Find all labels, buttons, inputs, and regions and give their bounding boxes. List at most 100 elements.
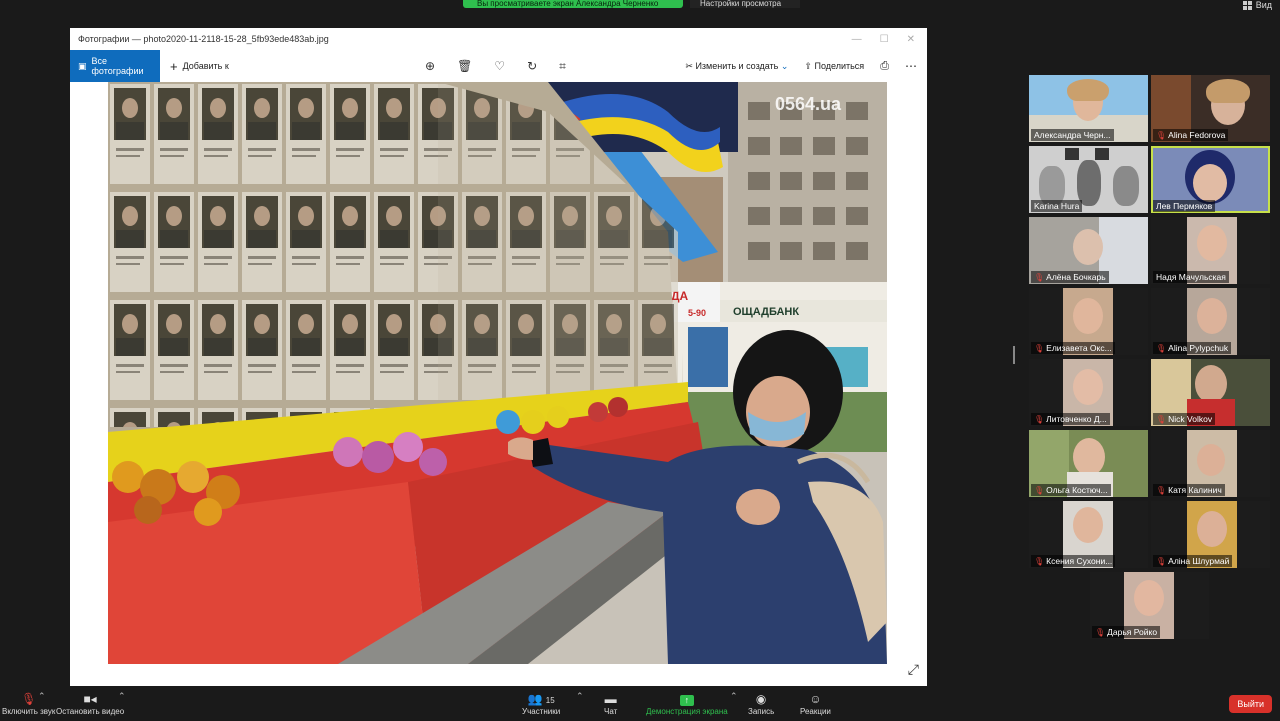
muted-mic-icon: 🎙: [1034, 414, 1045, 424]
participant-tile[interactable]: 🎙 Nick Volkov: [1151, 359, 1270, 426]
participant-tile[interactable]: 🎙 Ксения Сухони...: [1029, 501, 1148, 568]
reactions-label: Реакции: [800, 707, 831, 716]
participant-tile-active[interactable]: Лев Пермяков: [1151, 146, 1270, 213]
unmute-label: Включить звук: [2, 707, 56, 716]
participant-name: Ольга Костюч...: [1046, 485, 1108, 495]
reactions-button[interactable]: ☺ Реакции: [800, 691, 831, 716]
participant-tile[interactable]: 🎙 Алёна Бочкарь: [1029, 217, 1148, 284]
participant-name: Аліна Шлурмай: [1168, 556, 1230, 566]
more-icon[interactable]: ⋯: [905, 59, 917, 73]
memorial-photo: ОЩАДБАНК ДА 5-90: [108, 82, 887, 664]
close-icon[interactable]: ✕: [907, 34, 915, 45]
participant-tile[interactable]: Александра Черн...: [1029, 75, 1148, 142]
muted-mic-icon: 🎙: [1156, 414, 1167, 424]
chevron-up-icon[interactable]: ⌃: [730, 691, 738, 702]
heart-icon[interactable]: ♡: [494, 59, 505, 73]
participant-tile[interactable]: 🎙 Ольга Костюч...: [1029, 430, 1148, 497]
record-button[interactable]: ◉ Запись: [748, 691, 774, 716]
sign-partial2-text: 5-90: [688, 308, 706, 318]
crop-icon[interactable]: ⌗: [559, 59, 566, 74]
participant-tile[interactable]: 🎙 Аліна Шлурмай: [1151, 501, 1270, 568]
view-settings-button[interactable]: Настройки просмотра: [690, 0, 800, 8]
participant-tile[interactable]: Надя Мачульская: [1151, 217, 1270, 284]
share-button[interactable]: ⇪ Поделиться: [804, 61, 864, 72]
gallery-icon: ▣: [78, 60, 87, 71]
participant-tile[interactable]: 🎙 Катя Калинич: [1151, 430, 1270, 497]
leave-button[interactable]: Выйти: [1229, 695, 1272, 713]
muted-mic-icon: 🎙: [1034, 485, 1045, 495]
participant-tile[interactable]: 🎙 Литовченко Д...: [1029, 359, 1148, 426]
chevron-down-icon: ⌄: [780, 60, 789, 71]
minimize-icon[interactable]: —: [852, 34, 862, 45]
window-title: Фотографии — photo2020-11-2118-15-28_5fb…: [78, 34, 329, 44]
muted-mic-icon: 🎙: [1156, 556, 1167, 566]
delete-icon[interactable]: 🗑: [457, 59, 472, 73]
stop-video-label: Остановить видео: [56, 707, 125, 716]
photo-watermark: 0564.ua: [775, 94, 842, 114]
participant-tile[interactable]: 🎙 Елизавета Окс...: [1029, 288, 1148, 355]
expand-icon[interactable]: ⤢: [908, 661, 919, 678]
reactions-icon: ☺: [809, 692, 822, 706]
participant-name: Алёна Бочкарь: [1046, 272, 1106, 282]
participant-name: Литовченко Д...: [1046, 414, 1107, 424]
chat-icon: ▬: [604, 692, 617, 706]
participant-tile[interactable]: 🎙 Alina Pylypchuk: [1151, 288, 1270, 355]
unmute-button[interactable]: 🎙 Включить звук: [2, 691, 55, 716]
muted-mic-icon: 🎙: [1156, 130, 1167, 140]
participants-button[interactable]: 👥 15 Участники: [522, 691, 560, 716]
participant-name: Александра Черн...: [1034, 130, 1111, 140]
shop-sign-text: ОЩАДБАНК: [733, 306, 799, 318]
participant-name: Karina Hura: [1034, 201, 1080, 211]
view-button[interactable]: Вид: [1242, 0, 1272, 10]
maximize-icon[interactable]: ☐: [880, 34, 889, 45]
share-screen-button[interactable]: ↑ Демонстрация экрана: [646, 691, 728, 716]
participant-name: Nick Volkov: [1168, 414, 1213, 424]
muted-mic-icon: 🎙: [1034, 272, 1045, 282]
view-label: Вид: [1255, 0, 1272, 10]
participant-name: Alina Fedorova: [1168, 130, 1226, 140]
muted-mic-icon: 🎙: [1095, 627, 1106, 637]
muted-mic-icon: 🎙: [1156, 485, 1167, 495]
chat-label: Чат: [604, 707, 618, 716]
participant-tile[interactable]: 🎙 Alina Fedorova: [1151, 75, 1270, 142]
participants-icon: 👥 15: [527, 692, 555, 706]
chevron-up-icon[interactable]: ⌃: [576, 691, 584, 702]
stop-video-button[interactable]: ■◂ Остановить видео: [56, 691, 124, 716]
rotate-icon[interactable]: ↻: [527, 59, 537, 73]
muted-mic-icon: 🎙: [21, 692, 37, 706]
window-titlebar: Фотографии — photo2020-11-2118-15-28_5fb…: [70, 28, 927, 50]
all-photos-label: Все фотографии: [91, 56, 144, 76]
grid-view-icon: [1242, 0, 1252, 10]
record-label: Запись: [748, 707, 775, 716]
share-screen-icon: ↑: [679, 691, 694, 707]
participant-name: Ксения Сухони...: [1046, 556, 1113, 566]
print-icon[interactable]: ⎙: [880, 60, 889, 73]
all-photos-button[interactable]: ▣ Все фотографии: [70, 50, 160, 82]
edit-create-button[interactable]: ✂ Изменить и создать ⌄: [685, 61, 788, 72]
share-label: Поделиться: [814, 60, 865, 71]
chevron-up-icon[interactable]: ⌃: [118, 691, 126, 702]
muted-mic-icon: 🎙: [1034, 556, 1045, 566]
add-to-button[interactable]: + Добавить к: [170, 59, 229, 74]
participant-name: Лев Пермяков: [1156, 201, 1213, 211]
muted-mic-icon: 🎙: [1156, 343, 1167, 353]
add-to-label: Добавить к: [182, 61, 229, 71]
chat-button[interactable]: ▬ Чат: [604, 691, 617, 716]
participants-label: Участники: [522, 707, 561, 716]
participant-name: Катя Калинич: [1168, 485, 1222, 495]
chevron-up-icon[interactable]: ⌃: [38, 691, 46, 702]
participant-name: Елизавета Окс...: [1046, 343, 1112, 353]
participant-name: Alina Pylypchuk: [1168, 343, 1229, 353]
muted-mic-icon: 🎙: [1034, 343, 1045, 353]
shared-photos-window: Фотографии — photo2020-11-2118-15-28_5fb…: [70, 28, 927, 686]
share-screen-label: Демонстрация экрана: [646, 707, 728, 716]
photo-viewer: ОЩАДБАНК ДА 5-90: [70, 82, 927, 686]
participant-name: Дарья Ройко: [1107, 627, 1158, 637]
participant-tile[interactable]: 🎙 Дарья Ройко: [1090, 572, 1209, 639]
participants-count: 15: [545, 696, 555, 705]
participant-tile[interactable]: Karina Hura: [1029, 146, 1148, 213]
zoom-in-icon[interactable]: ⊕: [425, 59, 435, 73]
camera-icon: ■◂: [83, 692, 97, 706]
panel-resize-handle[interactable]: [1013, 346, 1015, 364]
photos-toolbar: ▣ Все фотографии + Добавить к ⊕ 🗑 ♡ ↻ ⌗ …: [70, 50, 927, 82]
